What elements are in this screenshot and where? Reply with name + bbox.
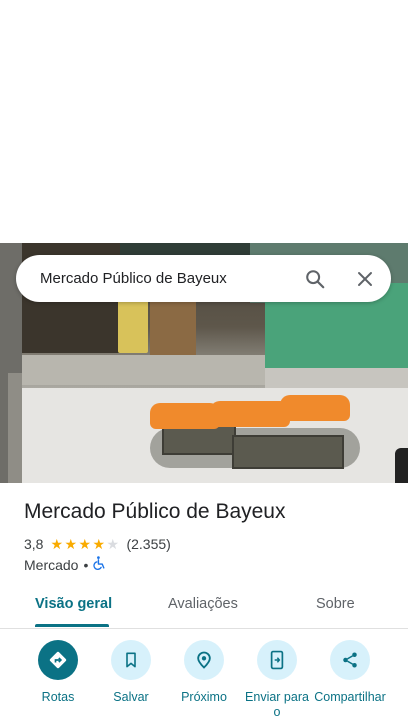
place-title: Mercado Público de Bayeux	[24, 500, 286, 523]
tab-overview[interactable]: Visão geral	[35, 596, 112, 612]
search-icon[interactable]	[297, 261, 333, 297]
share-icon	[330, 640, 370, 680]
place-tabs: Visão geral Avaliações Sobre	[0, 583, 408, 629]
nearby-icon	[184, 640, 224, 680]
review-count[interactable]: (2.355)	[126, 536, 170, 552]
place-category: Mercado	[24, 556, 79, 573]
tab-reviews[interactable]: Avaliações	[168, 596, 238, 612]
star-rating: ★ ★ ★ ★ ★	[50, 537, 120, 551]
rating-row[interactable]: 3,8 ★ ★ ★ ★ ★ (2.355)	[24, 536, 171, 552]
directions-button[interactable]: Rotas	[17, 640, 99, 720]
rating-value: 3,8	[24, 536, 44, 552]
save-button[interactable]: Salvar	[90, 640, 172, 720]
directions-icon	[38, 640, 78, 680]
star-icon: ★	[78, 536, 92, 552]
send-to-phone-icon	[257, 640, 297, 680]
blank-map-area	[0, 0, 408, 243]
close-icon[interactable]	[347, 261, 383, 297]
category-row: Mercado •	[24, 556, 106, 573]
wheelchair-icon	[93, 556, 106, 573]
star-icon: ★	[50, 536, 64, 552]
bookmark-icon	[111, 640, 151, 680]
nearby-label: Próximo	[181, 690, 227, 704]
tab-about[interactable]: Sobre	[316, 596, 355, 612]
save-label: Salvar	[113, 690, 149, 704]
directions-label: Rotas	[41, 690, 75, 704]
search-query[interactable]: Mercado Público de Bayeux	[40, 270, 297, 287]
star-icon: ★	[106, 536, 120, 552]
star-icon: ★	[64, 536, 78, 552]
nearby-button[interactable]: Próximo	[163, 640, 245, 720]
send-to-phone-button[interactable]: Enviar para o	[236, 640, 318, 720]
star-icon: ★	[92, 536, 106, 552]
action-buttons: Rotas Salvar Próximo Enviar para o Compa…	[0, 640, 408, 726]
share-label: Compartilhar	[314, 690, 386, 704]
active-tab-indicator	[35, 624, 109, 627]
share-button[interactable]: Compartilhar	[309, 640, 391, 720]
separator: •	[83, 556, 89, 573]
send-to-phone-label: Enviar para o	[245, 690, 309, 719]
search-bar[interactable]: Mercado Público de Bayeux	[16, 255, 391, 302]
